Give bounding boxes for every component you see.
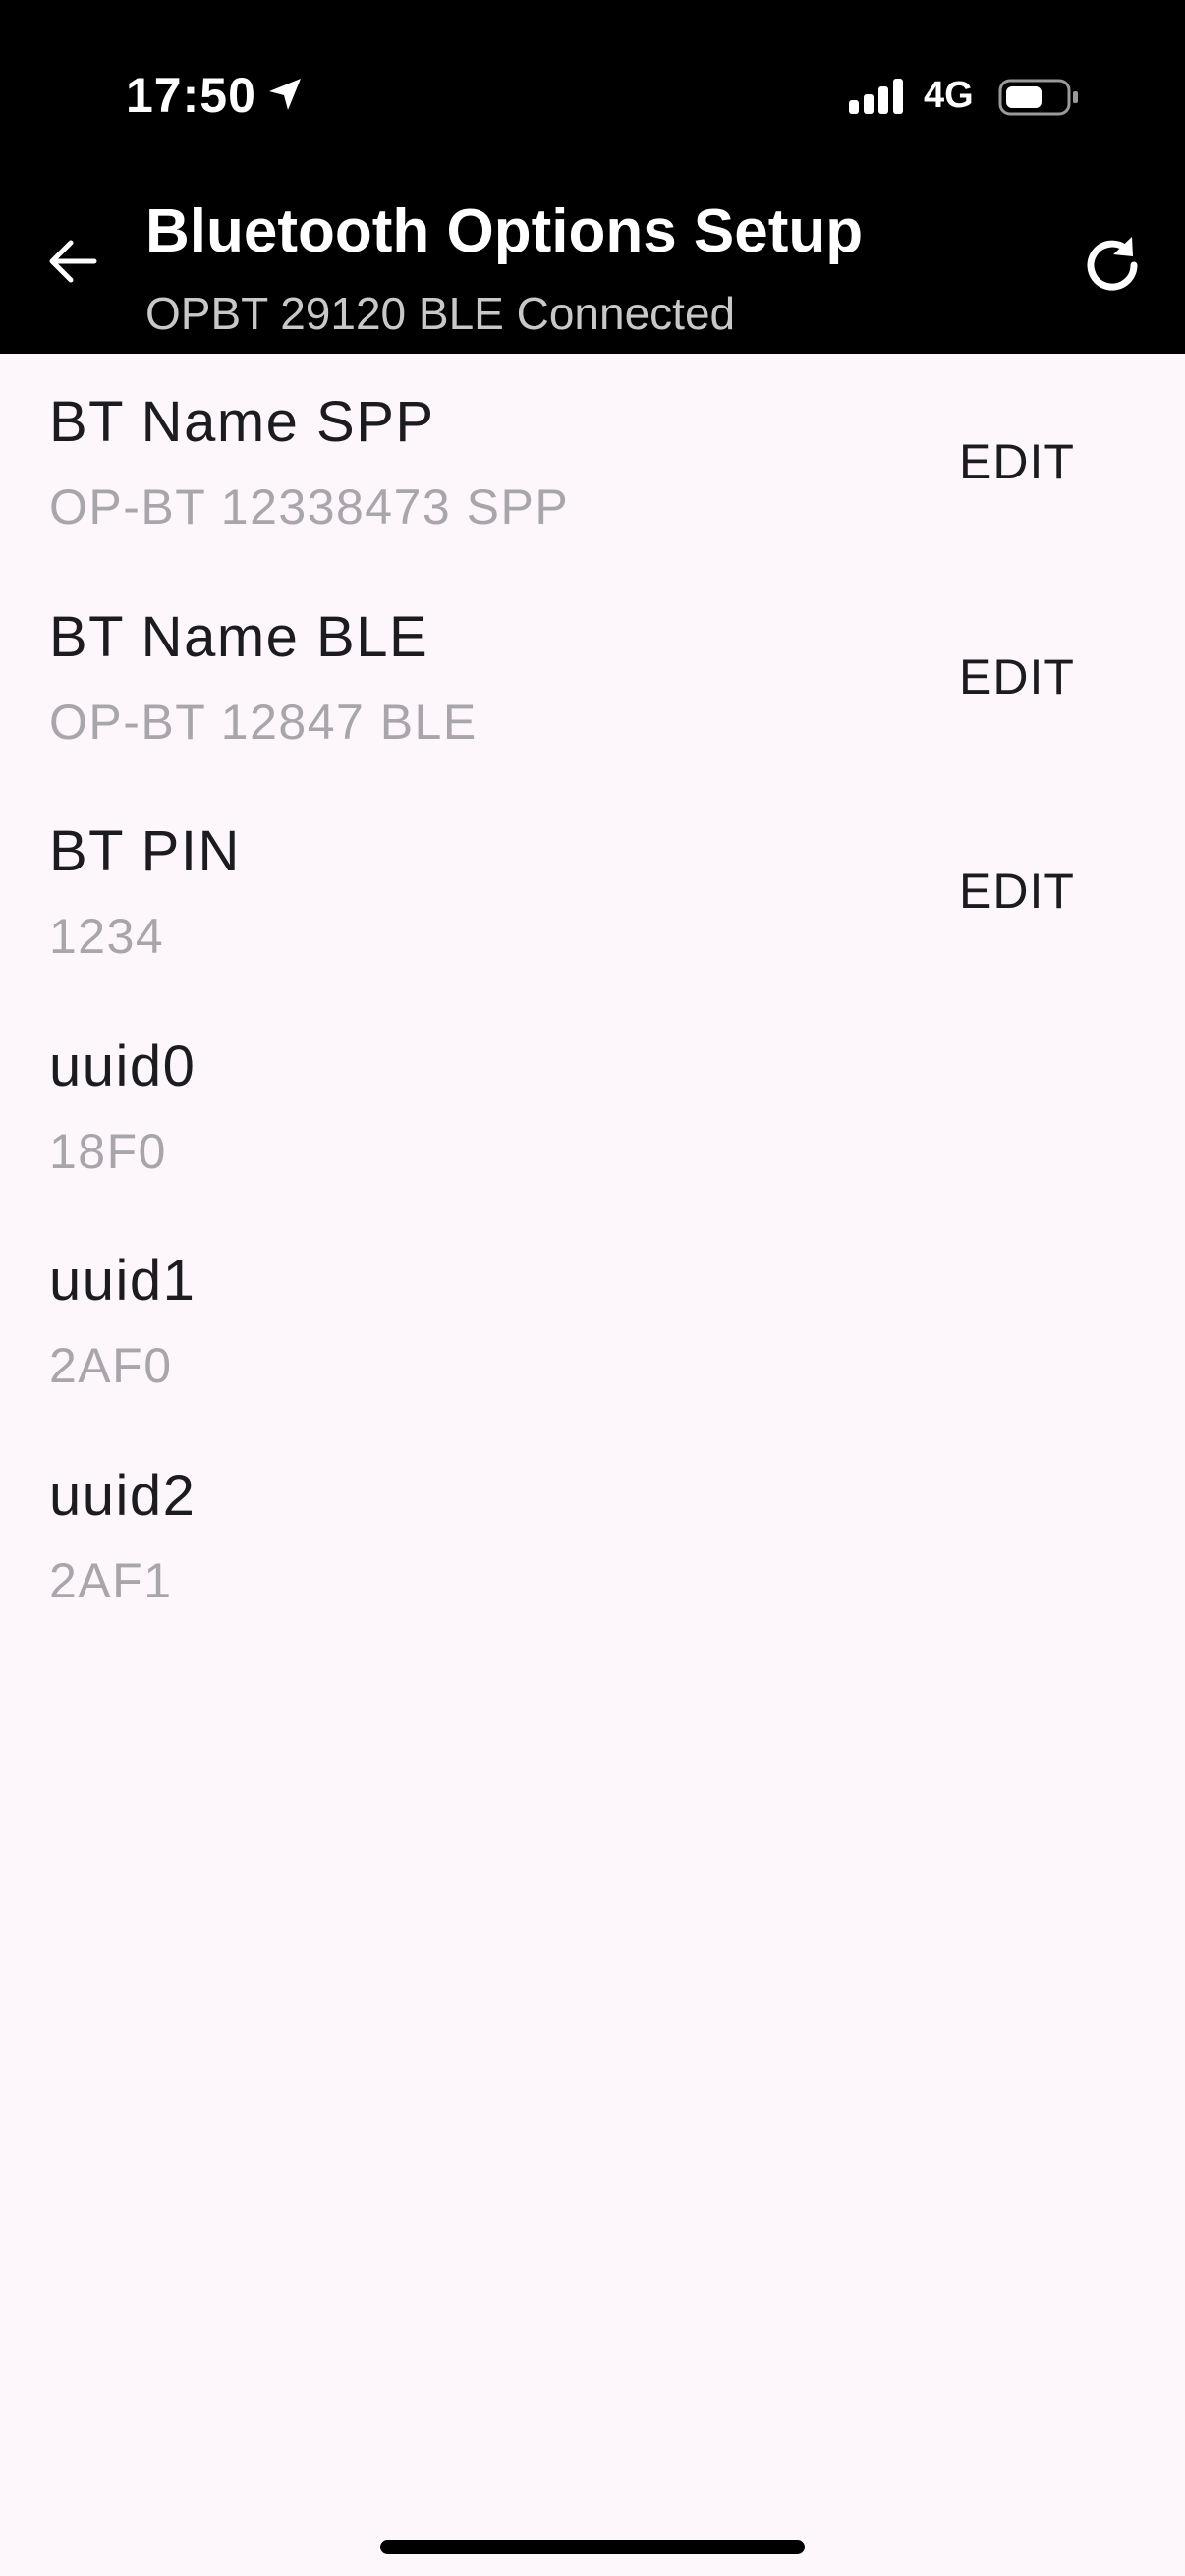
- edit-bt-name-spp-button[interactable]: EDIT: [943, 422, 1091, 501]
- home-indicator[interactable]: [380, 2540, 805, 2554]
- setting-row-bt-name-ble: BT Name BLE OP-BT 12847 BLE EDIT: [0, 569, 1185, 784]
- refresh-icon: [1079, 232, 1146, 304]
- battery-icon: [997, 77, 1080, 118]
- page-title: Bluetooth Options Setup: [145, 197, 864, 265]
- setting-label: uuid0: [49, 1034, 197, 1098]
- setting-label: BT Name BLE: [49, 604, 429, 669]
- edit-bt-name-ble-button[interactable]: EDIT: [943, 638, 1091, 716]
- status-time: 17:50: [126, 68, 256, 123]
- back-arrow-icon: [45, 234, 100, 294]
- setting-row-uuid0: uuid0 18F0: [0, 998, 1185, 1213]
- setting-row-uuid2: uuid2 2AF1: [0, 1428, 1185, 1643]
- setting-value: 2AF0: [49, 1338, 173, 1393]
- setting-value: 2AF1: [49, 1552, 173, 1608]
- network-type-label: 4G: [924, 75, 974, 116]
- app-header: 17:50 4G Bluetooth Options Setup OPBT 29…: [0, 0, 1185, 354]
- setting-row-bt-pin: BT PIN 1234 EDIT: [0, 783, 1185, 998]
- setting-label: BT PIN: [49, 819, 241, 883]
- setting-row-bt-name-spp: BT Name SPP OP-BT 12338473 SPP EDIT: [0, 354, 1185, 569]
- setting-label: uuid2: [49, 1463, 197, 1528]
- edit-bt-pin-button[interactable]: EDIT: [943, 852, 1091, 930]
- connection-status: OPBT 29120 BLE Connected: [145, 288, 736, 339]
- settings-list: BT Name SPP OP-BT 12338473 SPP EDIT BT N…: [0, 354, 1185, 1642]
- setting-label: BT Name SPP: [49, 390, 435, 454]
- setting-row-uuid1: uuid1 2AF0: [0, 1212, 1185, 1428]
- setting-value: OP-BT 12338473 SPP: [49, 479, 570, 534]
- refresh-button[interactable]: [1073, 228, 1152, 307]
- setting-value: 18F0: [49, 1123, 167, 1179]
- setting-value: OP-BT 12847 BLE: [49, 694, 478, 750]
- location-arrow-icon: [265, 75, 305, 114]
- cellular-signal-icon: [847, 77, 908, 118]
- setting-label: uuid1: [49, 1249, 197, 1313]
- back-button[interactable]: [35, 226, 110, 301]
- setting-value: 1234: [49, 909, 165, 964]
